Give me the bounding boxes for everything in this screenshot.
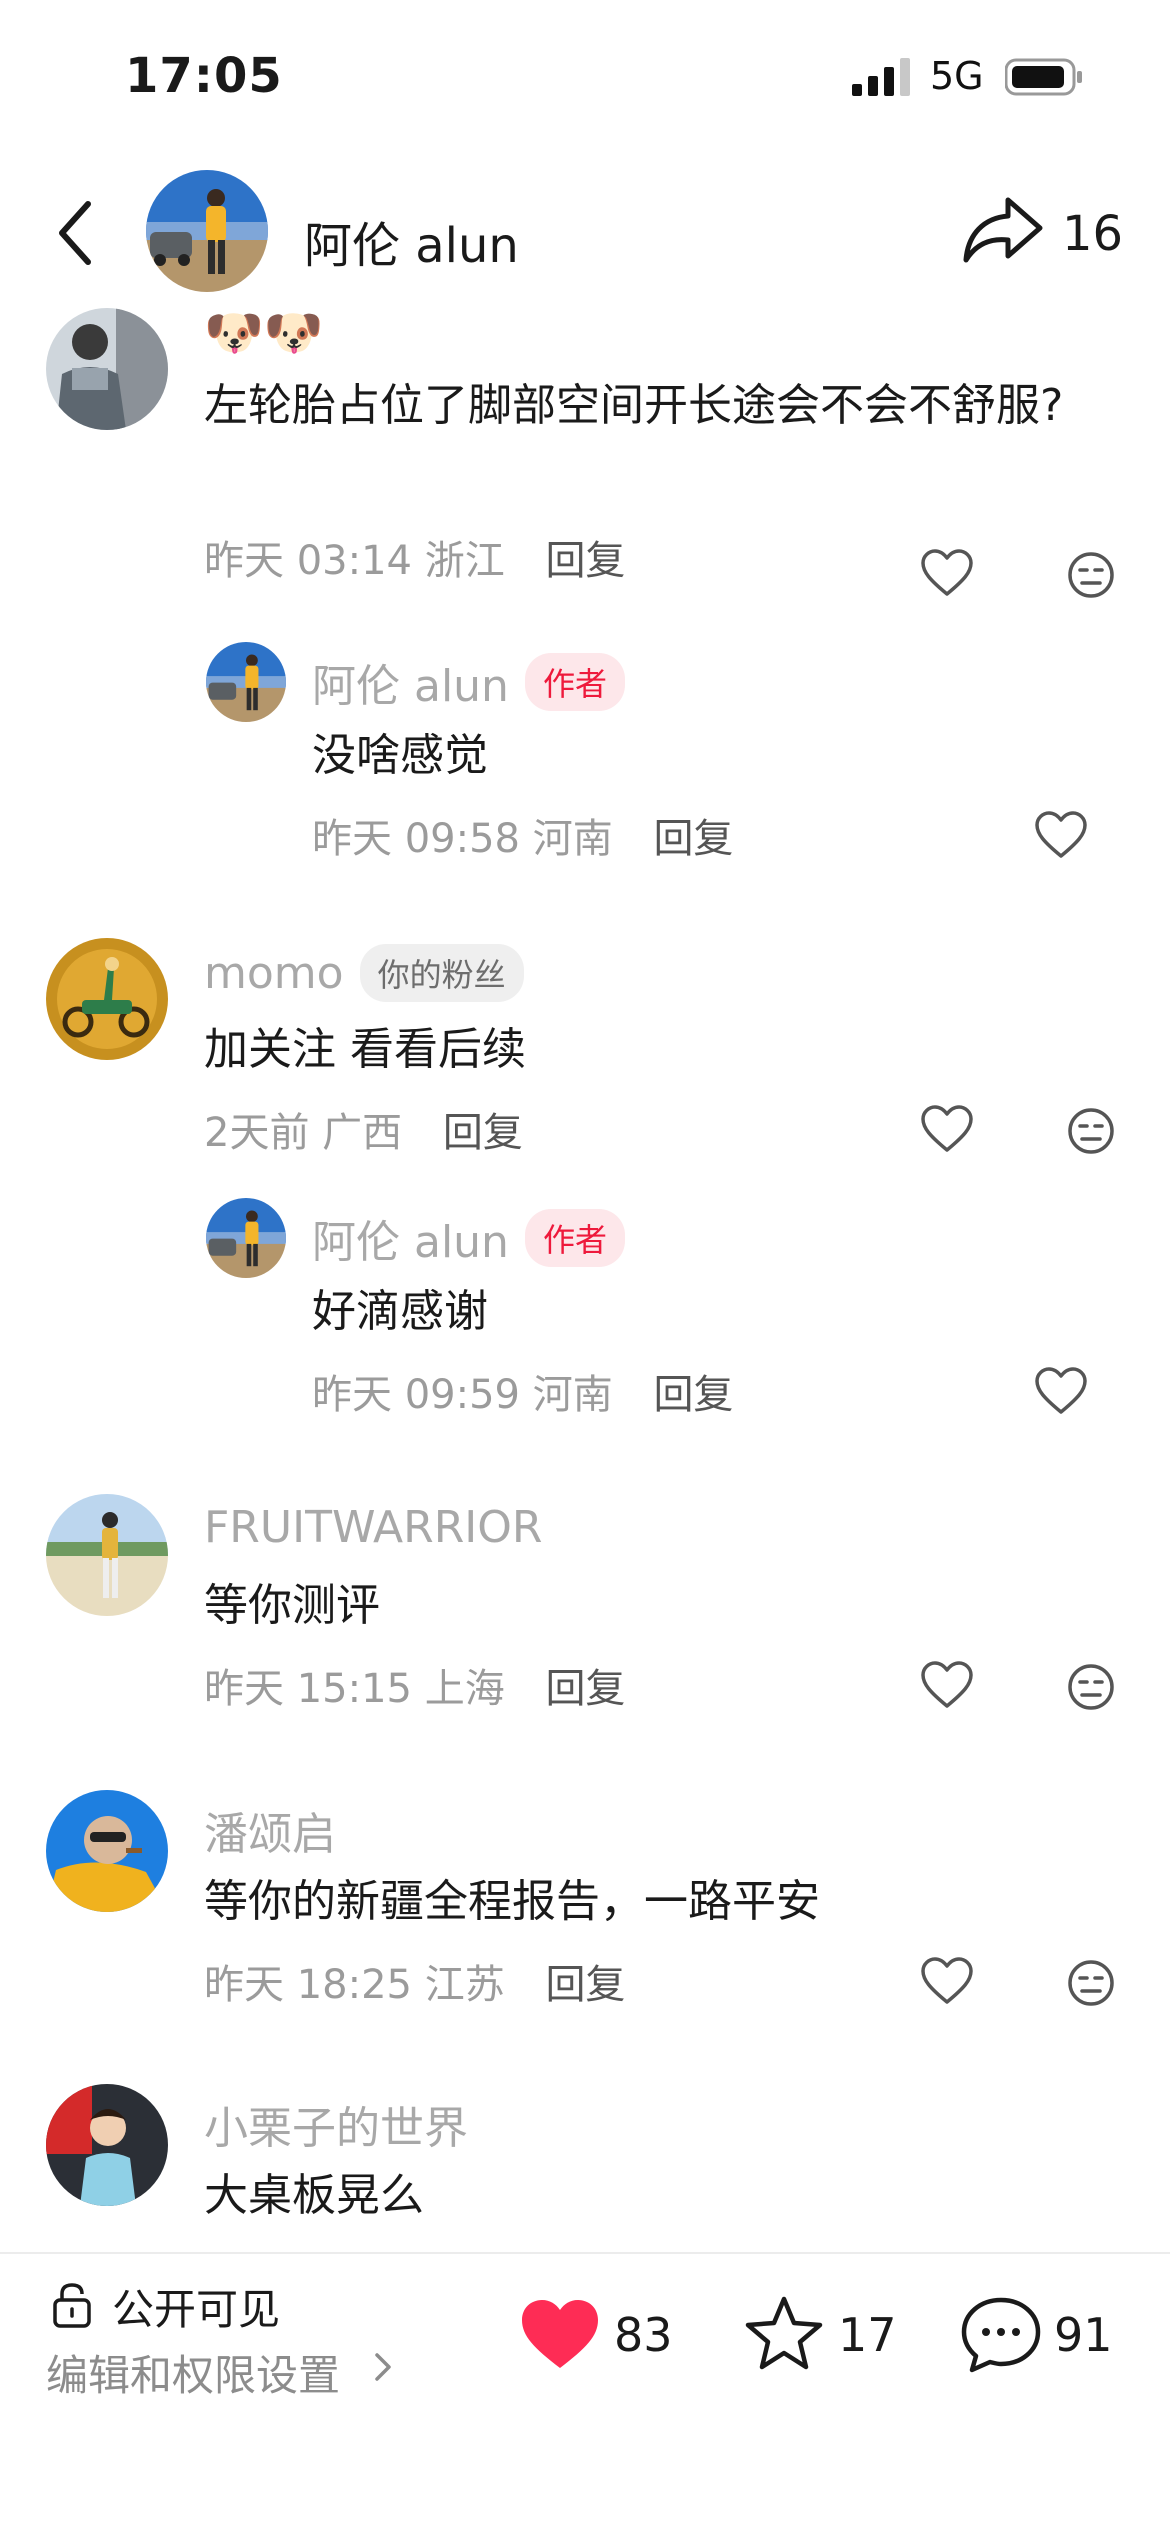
commenter-name[interactable]: momo: [204, 948, 344, 999]
reply-header: 阿伦 alun 作者: [312, 1206, 625, 1270]
comment-meta: 昨天 18:25 江苏 回复: [204, 1952, 625, 2010]
signal-icon: [852, 58, 910, 96]
comment-text: 大桌板晃么: [204, 2170, 424, 2221]
dislike-icon[interactable]: [1066, 1662, 1116, 1712]
reply-time: 昨天 09:58: [312, 816, 520, 862]
comment-meta: 昨天 03:14 浙江 回复: [204, 528, 625, 586]
comment-time: 昨天 03:14: [204, 538, 412, 584]
visibility-label[interactable]: 公开可见: [112, 2276, 280, 2337]
status-time: 17:05: [125, 48, 283, 104]
comment-bubble-icon[interactable]: [960, 2296, 1042, 2374]
reply-meta: 昨天 09:59 河南 回复: [312, 1362, 733, 1420]
share-icon[interactable]: [962, 194, 1044, 266]
reply-button[interactable]: 回复: [545, 1666, 625, 1712]
reply-meta: 昨天 09:58 河南 回复: [312, 806, 733, 864]
chevron-right-icon: [375, 2353, 391, 2381]
comment-text: 等你的新疆全程报告，一路平安: [204, 1876, 820, 1927]
comment-text: 加关注 看看后续: [204, 1024, 526, 1075]
back-icon[interactable]: [52, 198, 102, 268]
fan-badge: 你的粉丝: [359, 944, 524, 1002]
comment-time: 昨天 18:25: [204, 1962, 412, 2008]
share-count: 16: [1062, 206, 1124, 262]
reply-location: 河南: [532, 1372, 613, 1418]
reply-header: 阿伦 alun 作者: [312, 650, 625, 714]
unlock-icon: [53, 2283, 91, 2328]
author-reply-avatar[interactable]: [206, 642, 286, 722]
heart-icon[interactable]: [920, 1660, 974, 1710]
comment-location: 上海: [424, 1666, 505, 1712]
bottom-divider: [0, 2252, 1170, 2254]
reply-time: 昨天 09:59: [312, 1372, 520, 1418]
dislike-icon[interactable]: [1066, 1958, 1116, 2008]
heart-icon[interactable]: [1034, 810, 1088, 860]
comment-text: 左轮胎占位了脚部空间开长途会不会不舒服?: [204, 380, 1064, 431]
reply-author-name[interactable]: 阿伦 alun: [312, 650, 509, 714]
reply-button[interactable]: 回复: [653, 816, 733, 862]
commenter-avatar[interactable]: [46, 308, 168, 430]
comment-count: 91: [1054, 2308, 1113, 2362]
commenter-name[interactable]: 潘颂启: [204, 1798, 336, 1862]
commenter-name[interactable]: FRUITWARRIOR: [204, 1502, 542, 1553]
heart-icon[interactable]: [920, 548, 974, 598]
comment-location: 广西: [322, 1110, 403, 1156]
like-heart-icon[interactable]: [520, 2298, 600, 2370]
author-reply-avatar[interactable]: [206, 1198, 286, 1278]
dislike-icon[interactable]: [1066, 1106, 1116, 1156]
comment-meta: 2天前 广西 回复: [204, 1100, 523, 1158]
commenter-avatar[interactable]: [46, 938, 168, 1060]
heart-icon[interactable]: [920, 1104, 974, 1154]
comment-header: momo 你的粉丝: [204, 944, 524, 1002]
heart-icon[interactable]: [1034, 1366, 1088, 1416]
comment-location: 江苏: [424, 1962, 505, 2008]
reply-button[interactable]: 回复: [545, 538, 625, 584]
favorite-count: 17: [838, 2308, 897, 2362]
reply-text: 没啥感觉: [312, 730, 488, 781]
reply-text: 好滴感谢: [312, 1286, 488, 1337]
reply-button[interactable]: 回复: [443, 1110, 523, 1156]
comment-emoji: 🐶🐶: [204, 305, 324, 361]
author-badge: 作者: [524, 1209, 625, 1267]
edit-permissions-link[interactable]: 编辑和权限设置: [46, 2342, 340, 2403]
commenter-avatar[interactable]: [46, 1790, 168, 1912]
commenter-avatar[interactable]: [46, 2084, 168, 2206]
dislike-icon[interactable]: [1066, 550, 1116, 600]
reply-author-name[interactable]: 阿伦 alun: [312, 1206, 509, 1270]
commenter-avatar[interactable]: [46, 1494, 168, 1616]
like-count: 83: [614, 2308, 673, 2362]
author-name[interactable]: 阿伦 alun: [304, 206, 519, 276]
comment-time: 昨天 15:15: [204, 1666, 412, 1712]
comment-text: 等你测评: [204, 1580, 380, 1631]
comment-time: 2天前: [204, 1110, 310, 1156]
network-type: 5G: [930, 54, 984, 98]
reply-button[interactable]: 回复: [653, 1372, 733, 1418]
battery-icon: [1005, 58, 1082, 96]
commenter-name[interactable]: 小栗子的世界: [204, 2092, 468, 2156]
reply-button[interactable]: 回复: [545, 1962, 625, 2008]
author-badge: 作者: [524, 653, 625, 711]
heart-icon[interactable]: [920, 1956, 974, 2006]
comment-meta: 昨天 15:15 上海 回复: [204, 1656, 625, 1714]
favorite-star-icon[interactable]: [744, 2295, 824, 2371]
author-avatar[interactable]: [146, 170, 268, 292]
reply-location: 河南: [532, 816, 613, 862]
comment-location: 浙江: [424, 538, 505, 584]
